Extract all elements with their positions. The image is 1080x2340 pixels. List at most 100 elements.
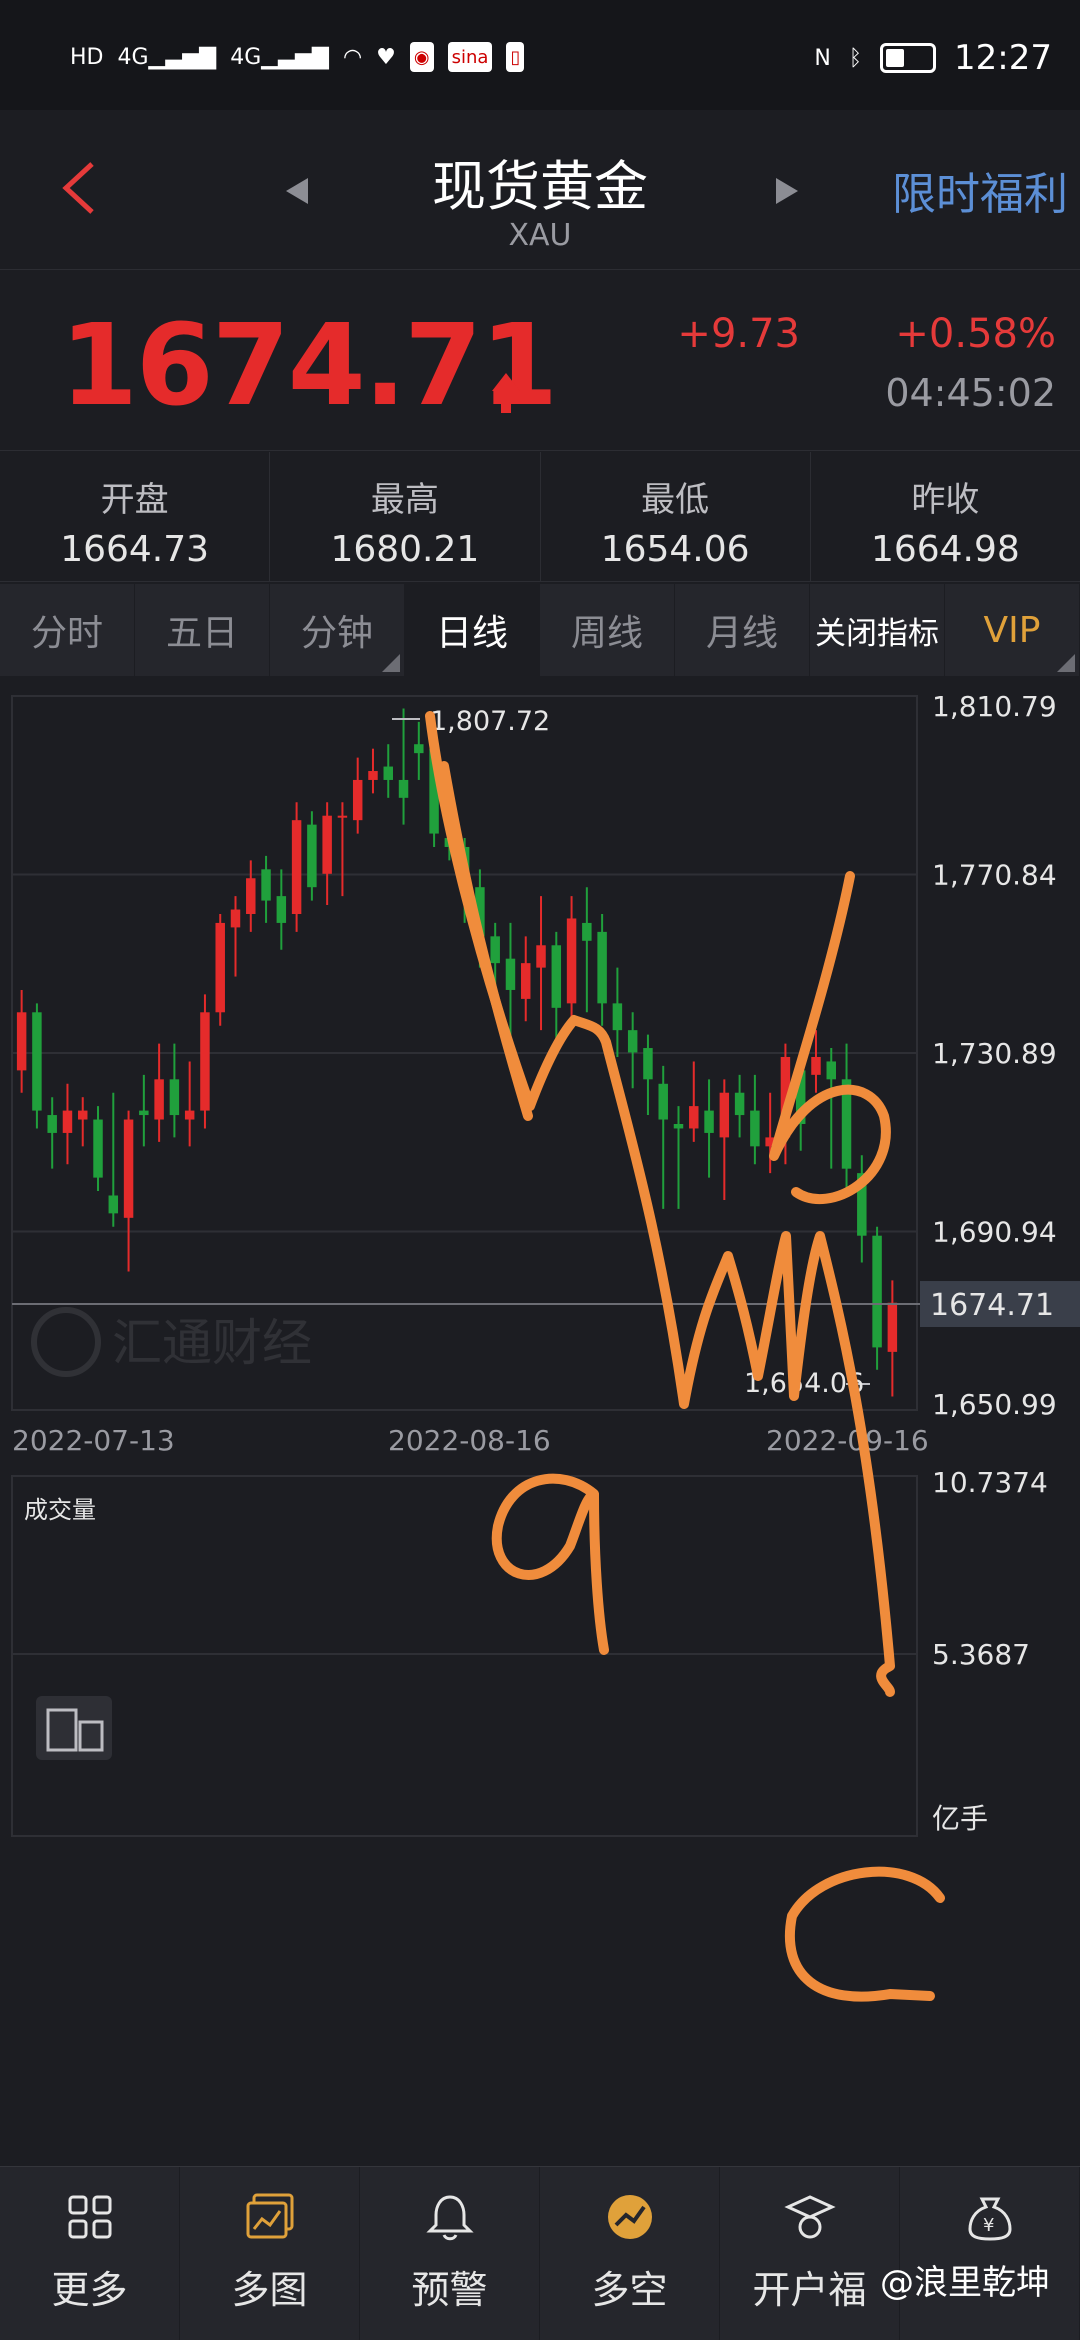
price-change: +9.73	[677, 311, 800, 357]
tab-label: VIP	[983, 609, 1041, 651]
candle-body	[612, 1003, 623, 1031]
y-tick-label: 1,810.79	[932, 690, 1057, 723]
nav-multi-chart[interactable]: 多图	[180, 2167, 360, 2340]
candle-body	[352, 779, 363, 821]
nfc-icon: N	[814, 45, 831, 71]
wave-c-glyph	[784, 1866, 945, 2002]
candle-body	[551, 945, 562, 1008]
candle-body	[230, 909, 241, 928]
stat-low: 最低 1654.06	[541, 452, 811, 581]
candle-body	[643, 1048, 653, 1080]
candle-body	[734, 1092, 745, 1116]
grid-icon	[68, 2195, 111, 2239]
promo-link[interactable]: 限时福利	[892, 158, 1068, 222]
candle-body	[200, 1012, 210, 1111]
stat-value: 1664.98	[870, 529, 1020, 570]
wave-stroke-upper	[439, 761, 533, 1121]
candle-body	[536, 945, 546, 968]
status-indicators: HD 4G▁▃▅▇ 4G▁▃▅▇ ◠ ♥ ◉ sina ▯	[70, 40, 525, 74]
candle-body	[108, 1195, 119, 1214]
candle-body	[307, 824, 317, 888]
dropdown-corner-icon	[1057, 654, 1075, 672]
candle-body	[398, 779, 409, 798]
candle-body	[505, 958, 516, 990]
nav-more[interactable]: 更多	[0, 2167, 180, 2340]
candle-body	[673, 1123, 684, 1129]
nav-wealth[interactable]: ¥	[900, 2167, 1080, 2340]
signal-icon-2: 4G▁▃▅▇	[230, 44, 329, 70]
tab-daily[interactable]: 日线	[405, 584, 540, 676]
money-bag-icon: ¥	[967, 2197, 1012, 2241]
status-right: N ᛒ 12:27	[814, 38, 1052, 78]
tab-vip[interactable]: VIP	[945, 584, 1080, 676]
tab-monthly[interactable]: 月线	[675, 584, 810, 676]
graduation-icon	[783, 2195, 836, 2239]
candle-body	[93, 1119, 103, 1178]
candle-body	[658, 1083, 668, 1120]
tab-close-indicator[interactable]: 关闭指标	[810, 584, 945, 676]
y-tick-label: 1,770.84	[932, 859, 1057, 892]
period-tabs: 分时 五日 分钟 日线 周线 月线 关闭指标 VIP	[0, 584, 1080, 676]
quote-panel: 1674.71 +9.73 +0.58% 04:45:02	[0, 271, 1080, 451]
sina-icon: sina	[447, 42, 493, 72]
overlay-credit: @浪里乾坤	[880, 2263, 1050, 2303]
nav-alert[interactable]: 预警	[360, 2167, 540, 2340]
watermark-logo: 汇通财经	[31, 1307, 312, 1377]
last-price: 1674.71	[60, 301, 558, 431]
tab-five-day[interactable]: 五日	[135, 584, 270, 676]
candle-body	[383, 766, 393, 780]
nav-label: 预警	[411, 2268, 488, 2312]
dropdown-corner-icon	[382, 654, 400, 672]
candle-body	[627, 1030, 638, 1053]
tab-timeshare[interactable]: 分时	[0, 584, 135, 676]
volume-label: 成交量	[24, 1496, 96, 1524]
x-tick: 2022-09-16	[766, 1424, 929, 1457]
tab-weekly[interactable]: 周线	[540, 584, 675, 676]
candle-body	[184, 1110, 195, 1120]
hd-icon: HD	[70, 44, 104, 70]
volume-frame	[11, 1475, 918, 1837]
candle-body	[154, 1079, 164, 1120]
volume-unit: 亿手	[932, 1802, 988, 1835]
candle-body	[123, 1119, 134, 1218]
candle-body	[276, 896, 287, 923]
stat-label: 最高	[370, 480, 439, 520]
high-label: 1,807.72	[430, 706, 550, 737]
clock: 12:27	[954, 38, 1052, 78]
candle-body	[521, 963, 531, 999]
candle-body	[566, 918, 577, 1004]
candle-body	[490, 936, 500, 964]
volume-tick: 10.7374	[932, 1466, 1048, 1499]
candle-body	[368, 771, 378, 780]
y-tick-label: 1,690.94	[932, 1216, 1057, 1249]
tab-minute[interactable]: 分钟	[270, 584, 405, 676]
candle-body	[887, 1302, 898, 1352]
chart-canvas[interactable]: 汇通财经 1,810.79 1,770.84 1,730.89 1,690.94 1,6…	[0, 676, 1080, 2166]
nav-label: 多空	[591, 2268, 668, 2312]
heart-icon: ♥	[376, 44, 396, 70]
candle-body	[826, 1061, 836, 1080]
candle-body	[322, 815, 332, 874]
y-tick-label: 1,730.89	[932, 1037, 1057, 1070]
stat-label: 昨收	[911, 480, 980, 520]
nav-open-account[interactable]: 开户福	[720, 2167, 900, 2340]
status-bar: HD 4G▁▃▅▇ 4G▁▃▅▇ ◠ ♥ ◉ sina ▯ N ᛒ 12:27	[0, 0, 1080, 110]
stat-label: 最低	[641, 480, 710, 520]
svg-text:¥: ¥	[983, 2215, 994, 2236]
candle-body	[139, 1110, 149, 1116]
candlestick-chart[interactable]: 汇通财经 1,810.79 1,770.84 1,730.89 1,690.94 1,6…	[0, 676, 1080, 2166]
x-tick: 2022-07-13	[12, 1424, 175, 1457]
candle-body	[719, 1092, 730, 1138]
next-instrument-icon[interactable]	[772, 176, 802, 206]
candle-body	[582, 922, 592, 941]
nav-label: 开户福	[752, 2268, 867, 2312]
wave-a-glyph	[491, 1473, 609, 1655]
chart-grid	[12, 873, 917, 1233]
stat-value: 1680.21	[330, 529, 480, 570]
up-arrow-icon	[492, 373, 520, 413]
stat-label: 开盘	[100, 480, 169, 520]
price-change-pct: +0.58%	[895, 311, 1056, 357]
candle-body	[16, 1012, 27, 1071]
nav-bull-bear[interactable]: 多空	[540, 2167, 720, 2340]
nav-label: 多图	[231, 2268, 308, 2312]
